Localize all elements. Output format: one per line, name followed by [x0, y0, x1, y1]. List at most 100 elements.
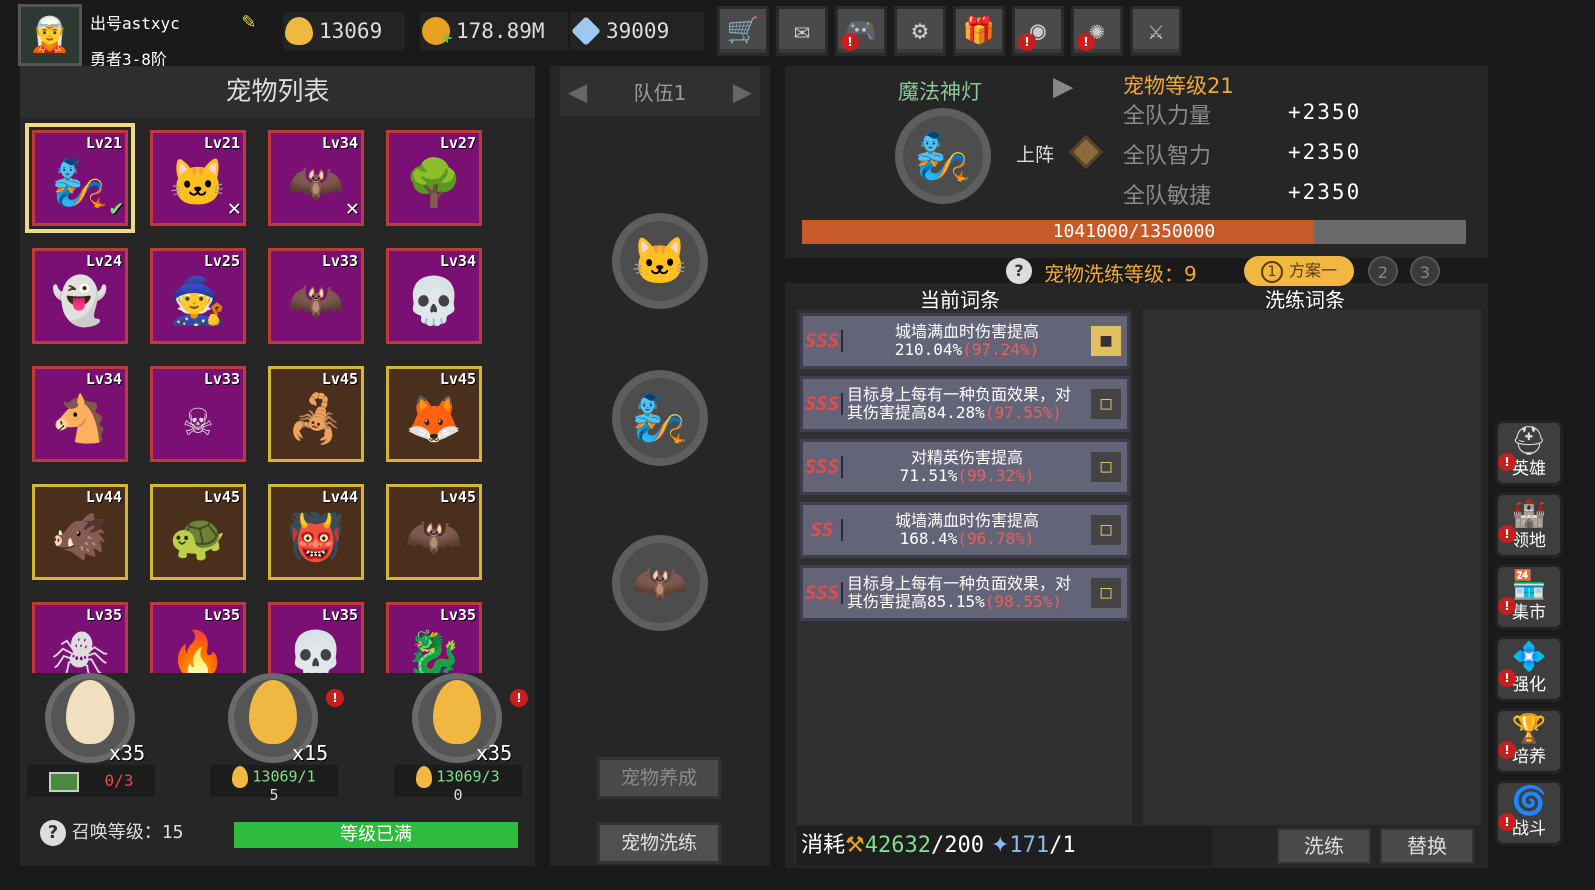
plan-3-tab[interactable]: 3: [1410, 256, 1440, 286]
plan-2-tab[interactable]: 2: [1368, 256, 1398, 286]
egg-cost-text-2: 5: [269, 786, 279, 804]
shadow-bat-icon: 🦇: [405, 509, 463, 564]
pet-card-lantern-skull[interactable]: Lv33 ☠: [150, 366, 246, 462]
unlock-icon[interactable]: □: [1091, 389, 1121, 419]
alert-badge: !: [1498, 669, 1516, 687]
affix-row[interactable]: SS 城墙满血时伤害提高 168.4%(96.78%) □: [800, 502, 1130, 558]
crystal-icon: [571, 16, 601, 46]
pet-card-bat[interactable]: Lv34 🦇 ✕: [268, 130, 364, 226]
pink-dragon-icon: 🐉: [405, 627, 463, 673]
edit-name-icon[interactable]: ✎: [242, 10, 266, 34]
pet-level-tag: Lv34: [321, 134, 358, 152]
pet-card-gremlin[interactable]: Lv33 🦇: [268, 248, 364, 344]
pet-train-button[interactable]: 宠物养成: [597, 757, 721, 799]
affix-text-2: 其伤害提高: [847, 403, 928, 422]
pet-card-fire-spirit[interactable]: Lv35 🔥: [150, 602, 246, 673]
side-menu-helmet[interactable]: ⛑ 英雄!: [1495, 420, 1563, 486]
affix-row[interactable]: SSS 目标身上每有一种负面效果，对 其伤害提高84.28%(97.55%) □: [800, 376, 1130, 432]
egg-icon-small: [232, 766, 249, 788]
pet-level-tag: Lv33: [203, 370, 240, 388]
refine-cost: 消耗⚒42632/200 ✦171/1: [797, 826, 1212, 866]
spider-icon: 🕷: [50, 627, 110, 673]
pet-level-tag: Lv35: [203, 606, 240, 624]
pet-level-tag: Lv33: [321, 252, 358, 270]
affix-percent: (96.78%): [957, 529, 1035, 548]
side-menu-shop[interactable]: 🏪 集市!: [1495, 564, 1563, 630]
pet-card-genie[interactable]: Lv21 🧞 ✔: [25, 123, 135, 233]
refine-help-icon[interactable]: ?: [1006, 258, 1032, 284]
toolbar-gift-button[interactable]: 🎁: [953, 6, 1005, 56]
affix-text-2: 其伤害提高: [847, 592, 928, 611]
cart-icon: 🛒: [726, 16, 760, 46]
pet-refine-button[interactable]: 宠物洗练: [597, 822, 721, 864]
pet-card-white-cat[interactable]: Lv21 🐱 ✕: [150, 130, 246, 226]
pet-card-ice-fox[interactable]: Lv45 🦊: [386, 366, 482, 462]
pet-card-reaper[interactable]: Lv34 💀: [386, 248, 482, 344]
pet-level-tag: Lv44: [321, 488, 358, 506]
refine-button[interactable]: 洗练: [1277, 828, 1371, 864]
side-menu-portal[interactable]: 🌀 战斗!: [1495, 780, 1563, 846]
toolbar-wheel-button[interactable]: ◉!: [1012, 6, 1064, 56]
egg-cost-text: 13069/1: [252, 767, 316, 786]
pet-level-tag: Lv45: [321, 370, 358, 388]
gold-cost-icon: ⚒: [845, 833, 865, 858]
unlock-icon[interactable]: □: [1091, 578, 1121, 608]
affix-percent: (97.24%): [962, 340, 1040, 359]
pet-card-pony[interactable]: Lv34 🐴: [32, 366, 128, 462]
team-slot-3[interactable]: 🦇: [612, 535, 708, 631]
pet-card-skeleton[interactable]: Lv35 💀: [268, 602, 364, 673]
toolbar-swords-button[interactable]: ⚔: [1130, 6, 1182, 56]
toolbar-burst-button[interactable]: ✺!: [1071, 6, 1123, 56]
pet-card-spider[interactable]: Lv35 🕷: [32, 602, 128, 673]
toolbar-mail-button[interactable]: ✉: [776, 6, 828, 56]
toolbar-cart-button[interactable]: 🛒: [717, 6, 769, 56]
replace-button[interactable]: 替换: [1380, 828, 1474, 864]
affix-row[interactable]: SSS 城墙满血时伤害提高 210.04%(97.24%) ■: [800, 313, 1130, 369]
plan-1-tab[interactable]: 1 方案一: [1244, 256, 1354, 286]
next-team-icon[interactable]: ▶: [733, 72, 752, 110]
pet-card-shadow-bat[interactable]: Lv45 🦇: [386, 484, 482, 580]
side-menu-gem[interactable]: 💠 强化!: [1495, 636, 1563, 702]
pet-level: 宠物等级21: [1123, 74, 1234, 98]
player-avatar[interactable]: 🧝: [18, 4, 82, 66]
play-icon[interactable]: ▶: [1053, 66, 1073, 106]
help-icon[interactable]: ?: [40, 820, 66, 846]
egg-count: x35: [109, 741, 146, 765]
lock-icon[interactable]: ■: [1091, 326, 1121, 356]
toolbar-gamepad-button[interactable]: 🎮!: [835, 6, 887, 56]
pet-card-witch[interactable]: Lv25 🧙: [150, 248, 246, 344]
affix-text-1: 城墙满血时伤害提高: [894, 511, 1039, 530]
team-slot-1[interactable]: 🐱: [612, 213, 708, 309]
pet-level-tag: Lv34: [439, 252, 476, 270]
team-slot-2[interactable]: 🧞: [612, 370, 708, 466]
affix-row[interactable]: SSS 对精英伤害提高 71.51%(99.32%) □: [800, 439, 1130, 495]
video-ad-icon[interactable]: [48, 771, 79, 792]
unlock-icon[interactable]: □: [1091, 515, 1121, 545]
gremlin-icon: 🦇: [287, 273, 345, 328]
alert-badge: !: [1498, 525, 1516, 543]
alert-badge: !: [1498, 813, 1516, 831]
pet-card-scorpion[interactable]: Lv45 🦂: [268, 366, 364, 462]
pet-card-ghost[interactable]: Lv24 👻: [32, 248, 128, 344]
prev-team-icon[interactable]: ◀: [568, 72, 587, 110]
pet-card-demon-lord[interactable]: Lv44 👹: [268, 484, 364, 580]
new-affix-list: [1143, 310, 1481, 825]
stat-agility-label: 全队敏捷: [1123, 184, 1212, 209]
mail-icon: ✉: [794, 16, 810, 46]
lantern-skull-icon: ☠: [184, 392, 212, 447]
pet-card-turtle[interactable]: Lv45 🐢: [150, 484, 246, 580]
side-menu-chalice[interactable]: 🏆 培养!: [1495, 708, 1563, 774]
pet-card-pink-dragon[interactable]: Lv35 🐉: [386, 602, 482, 673]
pet-card-treant[interactable]: Lv27 🌳: [386, 130, 482, 226]
plan-1-num: 1: [1260, 261, 1283, 283]
unlock-icon[interactable]: □: [1091, 452, 1121, 482]
affix-text-1: 城墙满血时伤害提高: [894, 322, 1039, 341]
pet-card-lava-beast[interactable]: Lv44 🐗: [32, 484, 128, 580]
genie-icon: 🧞: [51, 155, 109, 210]
toolbar-settings-button[interactable]: ⚙: [894, 6, 946, 56]
summon-level: ? 召唤等级：15: [40, 818, 183, 846]
affix-row[interactable]: SSS 目标身上每有一种负面效果，对 其伤害提高85.15%(98.55%) □: [800, 565, 1130, 621]
affix-value: 210.04%: [894, 340, 963, 359]
swords-icon: ⚔: [1148, 16, 1164, 46]
side-menu-castle[interactable]: 🏰 领地!: [1495, 492, 1563, 558]
